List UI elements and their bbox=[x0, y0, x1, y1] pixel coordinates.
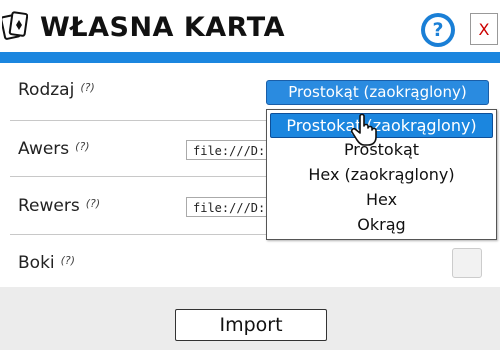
hand-pointer-icon bbox=[350, 113, 382, 147]
rodzaj-select[interactable]: Prostokąt (zaokrąglony) bbox=[266, 80, 489, 105]
dropdown-option[interactable]: Okrąg bbox=[267, 212, 496, 237]
playing-cards-icon bbox=[0, 10, 29, 42]
boki-label: Boki (?) bbox=[18, 253, 75, 273]
boki-help-hint[interactable]: (?) bbox=[61, 254, 75, 267]
awers-help-hint[interactable]: (?) bbox=[75, 140, 89, 153]
window-title: WŁASNA KARTA bbox=[40, 12, 285, 43]
help-button[interactable]: ? bbox=[421, 13, 455, 47]
question-circle-icon: ? bbox=[425, 17, 451, 43]
rodzaj-help-hint[interactable]: (?) bbox=[80, 81, 94, 94]
rewers-label: Rewers (?) bbox=[18, 196, 100, 216]
boki-checkbox[interactable] bbox=[452, 248, 482, 278]
rewers-help-hint[interactable]: (?) bbox=[86, 197, 100, 210]
awers-label: Awers (?) bbox=[18, 139, 90, 159]
close-button[interactable]: X bbox=[470, 13, 498, 45]
rodzaj-label-text: Rodzaj bbox=[18, 80, 75, 100]
rewers-label-text: Rewers bbox=[18, 196, 80, 216]
import-button[interactable]: Import bbox=[175, 309, 327, 341]
dropdown-option[interactable]: Hex bbox=[267, 187, 496, 212]
dropdown-option[interactable]: Hex (zaokrąglony) bbox=[267, 162, 496, 187]
custom-card-window: WŁASNA KARTA ? X Rodzaj (?) Prostokąt (za… bbox=[0, 0, 500, 350]
title-bar: WŁASNA KARTA ? X bbox=[0, 0, 500, 52]
accent-bar bbox=[0, 52, 500, 63]
boki-label-text: Boki bbox=[18, 253, 55, 273]
rodzaj-label: Rodzaj (?) bbox=[18, 80, 95, 100]
awers-label-text: Awers bbox=[18, 139, 70, 159]
